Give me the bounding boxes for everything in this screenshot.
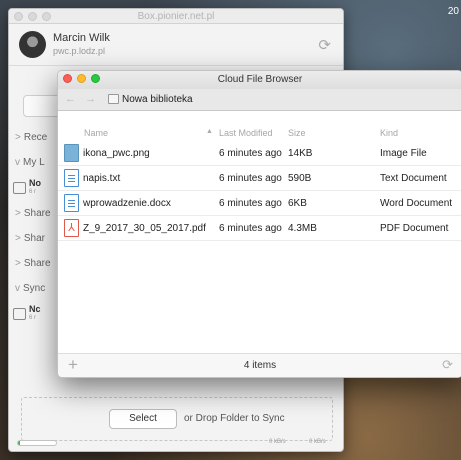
sidebar-item-my-libraries[interactable]: v My L <box>9 150 59 175</box>
download-rate: 0 kB/s <box>309 439 326 445</box>
upload-rate: 0 kB/s <box>269 439 286 445</box>
sidebar-item-label: Rece <box>23 132 48 143</box>
close-button[interactable] <box>14 12 23 21</box>
avatar <box>19 31 46 58</box>
file-modified: 6 minutes ago <box>219 173 282 184</box>
file-list: ikona_pwc.png 6 minutes ago 14KB Image F… <box>58 141 461 241</box>
file-modified: 6 minutes ago <box>219 198 282 209</box>
column-header-kind[interactable]: Kind <box>380 128 398 138</box>
progress-fill <box>18 441 20 445</box>
minimize-button[interactable] <box>28 12 37 21</box>
browser-toolbar: ← → Nowa biblioteka <box>58 89 461 111</box>
breadcrumb[interactable]: Nowa biblioteka <box>122 94 193 105</box>
file-kind: Text Document <box>380 173 447 184</box>
sidebar-library[interactable]: No 6 r <box>9 175 59 201</box>
file-kind: Word Document <box>380 198 453 209</box>
column-header-size[interactable]: Size <box>288 128 306 138</box>
minimize-button[interactable] <box>77 74 86 83</box>
library-icon <box>108 94 119 104</box>
chevron-right-icon: > <box>15 258 21 269</box>
drop-folder-zone[interactable]: Select or Drop Folder to Sync <box>21 397 333 441</box>
column-header-modified[interactable]: Last Modified <box>219 128 273 138</box>
cloud-file-browser-window: Cloud File Browser ← → Nowa biblioteka N… <box>57 70 461 378</box>
file-name: Z_9_2017_30_05_2017.pdf <box>83 223 206 234</box>
sync-progress-bar <box>17 440 57 446</box>
chevron-down-icon: v <box>15 283 20 294</box>
file-kind: Image File <box>380 148 427 159</box>
sidebar-item-recent[interactable]: > Rece <box>9 125 59 150</box>
file-size: 590B <box>288 173 312 184</box>
sidebar-item-label: Share <box>23 208 51 219</box>
window-title: Cloud File Browser <box>217 74 303 85</box>
sidebar-item-shared-3[interactable]: > Share <box>9 251 59 276</box>
file-name: ikona_pwc.png <box>83 148 150 159</box>
file-size: 14KB <box>288 148 313 159</box>
sidebar-item-shared-2[interactable]: > Shar <box>9 226 59 251</box>
word-file-icon <box>64 194 79 212</box>
sync-icon[interactable]: ⟳ <box>318 36 331 54</box>
sidebar-item-label: My L <box>23 157 45 168</box>
account-name: Marcin Wilk <box>53 32 110 44</box>
status-footer: 0 kB/s 0 kB/s <box>9 437 343 451</box>
browser-statusbar: + 4 items ⟳ <box>58 353 461 377</box>
drop-hint: or Drop Folder to Sync <box>184 413 285 424</box>
account-host: pwc.p.lodz.pl <box>53 46 106 56</box>
file-modified: 6 minutes ago <box>219 148 282 159</box>
file-size: 6KB <box>288 198 307 209</box>
table-row[interactable]: ikona_pwc.png 6 minutes ago 14KB Image F… <box>58 141 461 166</box>
column-header-name[interactable]: Name <box>84 128 108 138</box>
library-icon <box>13 182 26 194</box>
select-folder-button[interactable]: Select <box>109 409 177 429</box>
browser-titlebar[interactable]: Cloud File Browser <box>58 71 461 89</box>
close-button[interactable] <box>63 74 72 83</box>
sidebar-item-synced[interactable]: v Sync <box>9 276 59 301</box>
table-row[interactable]: wprowadzenie.docx 6 minutes ago 6KB Word… <box>58 191 461 216</box>
window-title: Box.pionier.net.pl <box>137 11 215 22</box>
image-file-icon <box>64 144 79 162</box>
chevron-right-icon: > <box>15 208 21 219</box>
file-name: wprowadzenie.docx <box>83 198 171 209</box>
item-count: 4 items <box>243 360 277 371</box>
back-arrow-icon[interactable]: ← <box>65 93 76 105</box>
chevron-right-icon: > <box>15 132 21 143</box>
sidebar-item-label: Share <box>23 258 51 269</box>
text-file-icon <box>64 169 79 187</box>
sidebar-item-shared-1[interactable]: > Share <box>9 201 59 226</box>
file-kind: PDF Document <box>380 223 449 234</box>
library-title: Nc <box>29 304 41 314</box>
library-subtitle: 6 r <box>29 189 37 195</box>
chevron-right-icon: > <box>15 233 21 244</box>
file-modified: 6 minutes ago <box>219 223 282 234</box>
file-name: napis.txt <box>83 173 121 184</box>
sidebar-item-label: Sync <box>23 283 46 294</box>
account-header[interactable]: Marcin Wilk pwc.p.lodz.pl ⟳ <box>9 24 343 66</box>
nav-buttons: ← → <box>65 93 96 105</box>
sidebar-library[interactable]: Nc 6 r <box>9 301 59 327</box>
chevron-down-icon: v <box>15 157 20 168</box>
library-title: No <box>29 178 41 188</box>
library-icon <box>13 308 26 320</box>
table-row[interactable]: ⅄ Z_9_2017_30_05_2017.pdf 6 minutes ago … <box>58 216 461 241</box>
menubar-clock: 20 <box>447 6 459 17</box>
sort-ascending-icon: ▲ <box>206 128 213 135</box>
sidebar: > Rece v My L No 6 r > Share > Shar > Share v… <box>9 125 59 327</box>
pdf-file-icon: ⅄ <box>64 219 79 237</box>
library-subtitle: 6 r <box>29 315 37 321</box>
box-window-titlebar[interactable]: Box.pionier.net.pl <box>9 9 343 24</box>
forward-arrow-icon[interactable]: → <box>85 93 96 105</box>
sidebar-item-label: Shar <box>23 233 45 244</box>
zoom-button[interactable] <box>91 74 100 83</box>
zoom-button[interactable] <box>42 12 51 21</box>
refresh-icon[interactable]: ⟳ <box>442 357 453 373</box>
file-size: 4.3MB <box>288 223 317 234</box>
table-row[interactable]: napis.txt 6 minutes ago 590B Text Docume… <box>58 166 461 191</box>
